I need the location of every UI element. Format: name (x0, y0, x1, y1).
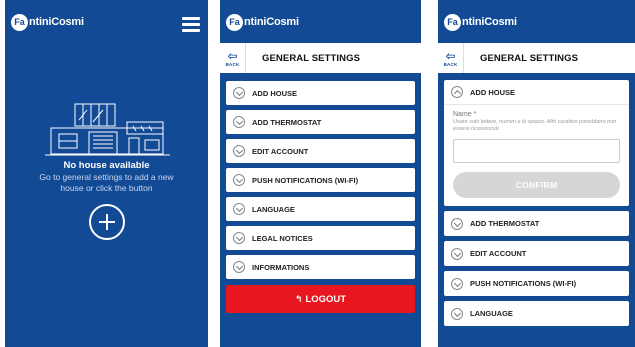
logo-mark: Fa (226, 13, 243, 31)
logout-arrow-icon: ↰ (294, 293, 303, 304)
house-name-input[interactable] (453, 139, 620, 163)
menu-item-label: ADD HOUSE (252, 88, 298, 98)
name-field-label: Name * (453, 111, 477, 118)
menu-item-language[interactable]: LANGUAGE (444, 301, 629, 326)
menu-item-informations[interactable]: INFORMATIONS (226, 255, 415, 279)
menu-item-label: INFORMATIONS (252, 262, 310, 272)
menu-item-add-house[interactable]: ADD HOUSE (226, 81, 415, 105)
menu-item-label: LANGUAGE (470, 309, 513, 318)
menu-item-add-thermostat[interactable]: ADD THERMOSTAT (226, 110, 415, 134)
logo-text: ntiniCosmi (462, 16, 517, 28)
back-button[interactable]: ⇦ BACK (438, 43, 464, 73)
menu-item-edit-account[interactable]: EDIT ACCOUNT (226, 139, 415, 163)
chevron-down-icon (233, 261, 245, 273)
page-title: GENERAL SETTINGS (480, 52, 579, 64)
add-house-plus-button[interactable] (89, 204, 125, 240)
chevron-down-icon (233, 203, 245, 215)
chevron-down-icon (233, 232, 245, 244)
chevron-up-icon (451, 86, 463, 98)
fantini-cosmi-logo: Fa ntiniCosmi (444, 13, 517, 31)
logout-button[interactable]: ↰ LOGOUT (226, 285, 415, 313)
menu-item-label: PUSH NOTIFICATIONS (WI-FI) (252, 175, 359, 185)
menu-item-add-house[interactable]: ADD HOUSE (444, 80, 629, 105)
logout-label: LOGOUT (305, 293, 347, 305)
settings-menu-rest: ADD THERMOSTAT EDIT ACCOUNT PUSH NOTIFIC… (438, 211, 635, 326)
house-illustration-icon (45, 103, 170, 156)
settings-header: ⇦ BACK GENERAL SETTINGS (438, 43, 635, 73)
top-bar: Fa ntiniCosmi (5, 0, 208, 43)
chevron-down-icon (233, 116, 245, 128)
fantini-cosmi-logo: Fa ntiniCosmi (11, 13, 84, 31)
settings-header: ⇦ BACK GENERAL SETTINGS (220, 43, 421, 73)
general-settings-screen: Fa ntiniCosmi ⇦ BACK GENERAL SETTINGS AD… (220, 0, 421, 347)
back-arrow-icon: ⇦ (445, 48, 456, 63)
menu-item-add-thermostat[interactable]: ADD THERMOSTAT (444, 211, 629, 236)
back-arrow-icon: ⇦ (227, 48, 238, 63)
chevron-down-icon (233, 174, 245, 186)
empty-state-title: No house available (63, 160, 150, 171)
menu-item-label: EDIT ACCOUNT (470, 249, 527, 258)
hamburger-menu-icon[interactable] (182, 17, 200, 32)
back-label: BACK (443, 61, 458, 67)
menu-item-push-notifications[interactable]: PUSH NOTIFICATIONS (WI-FI) (226, 168, 415, 192)
logo-text: ntiniCosmi (29, 16, 84, 28)
add-house-form: Name * Usare solo lettere, numeri e lo s… (444, 105, 629, 206)
menu-item-label: LEGAL NOTICES (252, 233, 313, 243)
menu-item-edit-account[interactable]: EDIT ACCOUNT (444, 241, 629, 266)
menu-item-push-notifications[interactable]: PUSH NOTIFICATIONS (WI-FI) (444, 271, 629, 296)
menu-item-label: ADD HOUSE (470, 87, 516, 97)
confirm-button[interactable]: CONFIRM (453, 172, 620, 198)
menu-item-label: ADD THERMOSTAT (252, 117, 322, 127)
chevron-down-icon (451, 277, 463, 290)
empty-state-subtitle: Go to general settings to add a new hous… (39, 172, 174, 193)
top-bar: Fa ntiniCosmi (220, 0, 421, 43)
menu-item-label: LANGUAGE (252, 204, 295, 214)
fantini-cosmi-logo: Fa ntiniCosmi (226, 13, 299, 31)
chevron-down-icon (233, 87, 245, 99)
top-bar: Fa ntiniCosmi (438, 0, 635, 43)
page-title: GENERAL SETTINGS (262, 52, 361, 64)
chevron-down-icon (451, 247, 463, 260)
chevron-down-icon (451, 307, 463, 320)
settings-menu: ADD HOUSE Name * Usare solo lettere, num… (438, 73, 635, 326)
menu-item-label: PUSH NOTIFICATIONS (WI-FI) (470, 279, 577, 288)
logo-text: ntiniCosmi (244, 16, 299, 28)
chevron-down-icon (233, 145, 245, 157)
menu-item-label: ADD THERMOSTAT (470, 219, 540, 228)
name-field-hint: Usare solo lettere, numeri e lo spazio. … (453, 119, 617, 132)
home-screen: Fa ntiniCosmi No house available Go to g… (5, 0, 208, 347)
logo-mark: Fa (444, 13, 461, 31)
add-house-panel: ADD HOUSE Name * Usare solo lettere, num… (444, 80, 629, 206)
back-label: BACK (225, 61, 240, 67)
back-button[interactable]: ⇦ BACK (220, 43, 246, 73)
logo-mark: Fa (11, 13, 28, 31)
menu-item-label: EDIT ACCOUNT (252, 146, 309, 156)
menu-item-language[interactable]: LANGUAGE (226, 197, 415, 221)
settings-menu: ADD HOUSE ADD THERMOSTAT EDIT ACCOUNT PU… (220, 73, 421, 279)
menu-item-legal-notices[interactable]: LEGAL NOTICES (226, 226, 415, 250)
chevron-down-icon (451, 217, 463, 230)
add-house-expanded-screen: Fa ntiniCosmi ⇦ BACK GENERAL SETTINGS AD… (438, 0, 635, 347)
